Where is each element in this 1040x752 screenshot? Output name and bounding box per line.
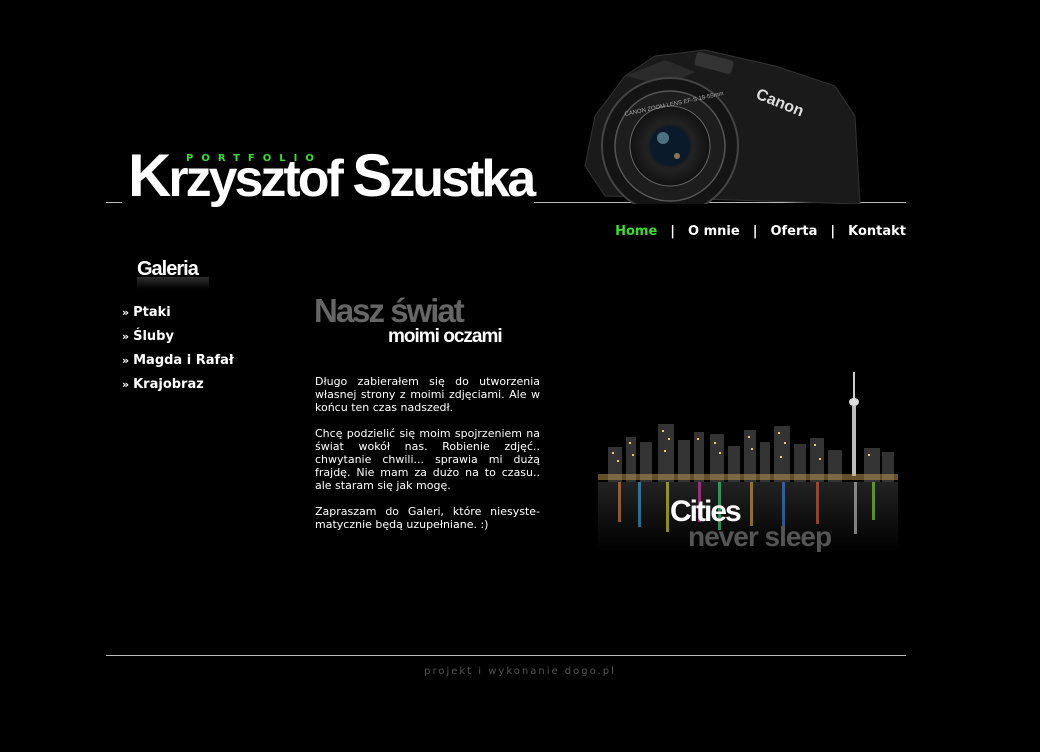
site-logo[interactable]: Krzysztof Szustka xyxy=(128,146,536,209)
gallery-item-sluby[interactable]: » Śluby xyxy=(122,324,234,348)
intro-paragraph: Chcę podzielić się moim spojrzeniem na ś… xyxy=(315,427,540,492)
nav-oferta[interactable]: Oferta xyxy=(770,224,817,239)
nav-separator: | xyxy=(670,224,676,239)
gallery-item-krajobraz[interactable]: » Krajobraz xyxy=(122,372,234,396)
gallery-title-reflection xyxy=(137,277,209,289)
intro-paragraph: Zapraszam do Galeri, które niesyste-maty… xyxy=(315,505,540,531)
promo-line2: never sleep xyxy=(688,521,832,552)
gallery-item-label: Magda i Rafał xyxy=(133,352,234,368)
footer-credit[interactable]: projekt i wykonanie dogo.pl xyxy=(0,666,1040,677)
gallery-item-label: Krajobraz xyxy=(133,376,204,392)
gallery-item-label: Śluby xyxy=(133,328,174,344)
headline-primary: Nasz świat xyxy=(314,292,465,329)
headline-secondary: moimi oczami xyxy=(388,326,503,347)
footer-divider xyxy=(106,655,906,656)
nav-kontakt[interactable]: Kontakt xyxy=(848,224,906,239)
nav-separator: | xyxy=(752,224,758,239)
arrow-icon: » xyxy=(122,353,130,367)
gallery-item-label: Ptaki xyxy=(133,304,171,320)
intro-text: Długo zabierałem się do utworzenia własn… xyxy=(315,375,540,544)
nav-separator: | xyxy=(830,224,836,239)
name-first-rest: rzysztof xyxy=(168,150,353,208)
name-last-cap: S xyxy=(352,142,392,209)
name-last-rest: zustka xyxy=(389,150,536,208)
arrow-icon: » xyxy=(122,329,130,343)
nav-o-mnie[interactable]: O mnie xyxy=(688,224,740,239)
camera-image: Canon CANON ZOOM LENS EF-S 18-55mm xyxy=(584,49,861,204)
arrow-icon: » xyxy=(122,377,130,391)
arrow-icon: » xyxy=(122,305,130,319)
gallery-item-ptaki[interactable]: » Ptaki xyxy=(122,300,234,324)
nav-home[interactable]: Home xyxy=(615,224,657,239)
gallery-list: » Ptaki » Śluby » Magda i Rafał » Krajobraz xyxy=(122,300,234,396)
intro-paragraph: Długo zabierałem się do utworzenia własn… xyxy=(315,375,540,414)
name-first-cap: K xyxy=(128,142,171,209)
gallery-item-magda-i-rafal[interactable]: » Magda i Rafał xyxy=(122,348,234,372)
main-nav: Home | O mnie | Oferta | Kontakt xyxy=(615,224,906,239)
header-divider-left xyxy=(106,202,122,203)
